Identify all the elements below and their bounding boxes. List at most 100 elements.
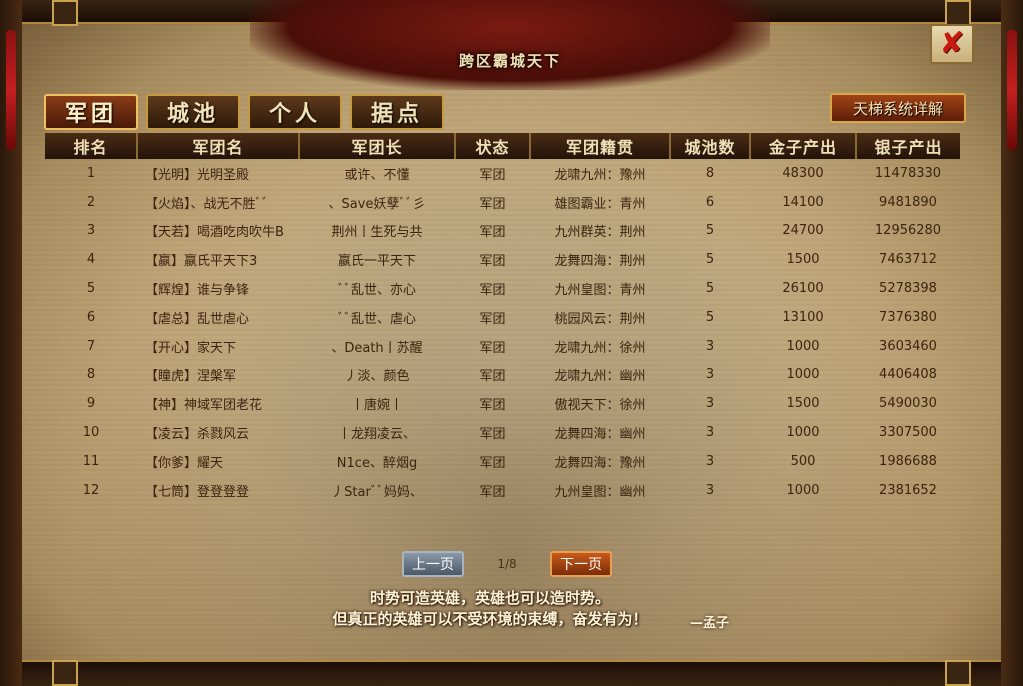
city-count-cell: 8: [705, 165, 715, 181]
city-count-cell: 5: [705, 281, 715, 297]
leader-cell: 、Death丨苏醒: [331, 340, 423, 356]
rank-cell: 3: [86, 223, 96, 239]
legion-name-cell: 【七筒】登登登登: [145, 484, 250, 500]
gold-output-cell: 24700: [782, 223, 824, 239]
status-cell: 军团: [479, 340, 506, 356]
origin-cell: 桃园风云：荆州: [554, 311, 646, 327]
city-count-cell: 3: [705, 482, 715, 498]
rank-cell: 8: [86, 367, 96, 383]
legion-name-cell: 【开心】家天下: [145, 340, 237, 356]
status-cell: 军团: [479, 196, 506, 212]
legion-name-cell: 【天若】喝酒吃肉吹牛B: [145, 225, 284, 241]
origin-cell: 傲视天下：徐州: [554, 398, 646, 414]
leader-cell: 丨唐婉丨: [350, 398, 403, 414]
page-indicator: 1/8: [497, 557, 517, 571]
column-header-origin: 军团籍贯: [530, 133, 671, 159]
legion-name-cell: 【凌云】杀戮风云: [145, 427, 250, 443]
corner-ornament-icon: [945, 0, 971, 26]
column-header-city-count: 城池数: [670, 133, 751, 159]
table-row[interactable]: 3 【天若】喝酒吃肉吹牛B 荆州丨生死与共 军团 九州群英：荆州 5 24700 129562…: [45, 217, 960, 246]
city-count-cell: 3: [705, 425, 715, 441]
column-header-silver-output: 银子产出: [856, 133, 960, 159]
ranking-table-body: 1 【光明】光明圣殿 或许、不懂 军团 龙啸九州：豫州 8 48300 11478330 2 【火…: [45, 159, 960, 505]
table-row[interactable]: 2 【火焰】、战无不胜ﾞﾞ 、Save妖孽ﾞﾞ彡 军团 雄图霸业：青州 6 14100 948…: [45, 188, 960, 217]
quote-author: —孟子: [690, 616, 730, 631]
silver-output-cell: 9481890: [879, 194, 937, 210]
silver-output-cell: 5490030: [879, 396, 937, 412]
legion-name-cell: 【瞳虎】涅槃军: [145, 369, 237, 385]
table-row[interactable]: 10 【凌云】杀戮风云 丨龙翔凌云、 军团 龙舞四海：幽州 3 1000 3307500: [45, 418, 960, 447]
close-icon: ✘: [939, 26, 965, 61]
next-page-button[interactable]: 下一页: [550, 551, 612, 577]
origin-cell: 龙啸九州：豫州: [554, 167, 646, 183]
origin-cell: 九州皇图：青州: [554, 283, 646, 299]
silver-output-cell: 7463712: [879, 252, 937, 268]
corner-ornament-icon: [945, 660, 971, 686]
quote-line-2: 但真正的英雄可以不受环境的束缚，奋发有为！: [332, 610, 648, 628]
table-row[interactable]: 4 【嬴】嬴氏平天下3 嬴氏一平天下 军团 龙舞四海：荆州 5 1500 7463712: [45, 245, 960, 274]
city-count-cell: 3: [705, 453, 715, 469]
table-row[interactable]: 12 【七筒】登登登登 丿Starﾞﾞ妈妈、 军团 九州皇图：幽州 3 1000 238165…: [45, 476, 960, 505]
rank-cell: 6: [86, 309, 96, 325]
rank-cell: 5: [86, 281, 96, 297]
rank-cell: 10: [82, 425, 100, 441]
origin-cell: 九州群英：荆州: [554, 225, 646, 241]
tassel-decoration: [1007, 30, 1017, 150]
status-cell: 军团: [479, 455, 506, 471]
gold-output-cell: 1000: [786, 338, 820, 354]
silver-output-cell: 7376380: [879, 309, 937, 325]
legion-name-cell: 【火焰】、战无不胜ﾞﾞ: [145, 196, 269, 212]
leader-cell: ﾞﾞ乱世、虐心: [337, 311, 416, 327]
tab-legion[interactable]: 军团: [44, 94, 138, 130]
legion-name-cell: 【嬴】嬴氏平天下3: [145, 254, 258, 270]
legion-name-cell: 【虐总】乱世虐心: [145, 311, 250, 327]
tassel-decoration: [6, 30, 16, 150]
quote-line-1: 时势可造英雄，英雄也可以造时势。: [369, 589, 610, 607]
table-row[interactable]: 5 【辉煌】谁与争锋 ﾞﾞ乱世、亦心 军团 九州皇图：青州 5 26100 5278398: [45, 274, 960, 303]
legion-name-cell: 【辉煌】谁与争锋: [145, 283, 250, 299]
column-header-status: 状态: [455, 133, 531, 159]
table-row[interactable]: 11 【你爹】耀天 N1ce、醉烟g 军团 龙舞四海：豫州 3 500 1986688: [45, 447, 960, 476]
leader-cell: 嬴氏一平天下: [337, 254, 416, 270]
leader-cell: 或许、不懂: [344, 167, 410, 183]
silver-output-cell: 2381652: [879, 482, 937, 498]
status-cell: 军团: [479, 225, 506, 241]
rank-cell: 4: [86, 252, 96, 268]
gold-output-cell: 1000: [786, 367, 820, 383]
gold-output-cell: 1000: [786, 425, 820, 441]
legion-name-cell: 【神】神域军团老花: [145, 398, 263, 414]
column-header-legion-name: 军团名: [137, 133, 300, 159]
origin-cell: 雄图霸业：青州: [554, 196, 646, 212]
tab-city[interactable]: 城池: [146, 94, 240, 130]
legion-name-cell: 【你爹】耀天: [145, 455, 224, 471]
pagination: 上一页 1/8 下一页: [402, 551, 612, 577]
gold-output-cell: 13100: [782, 309, 824, 325]
origin-cell: 龙啸九州：幽州: [554, 369, 646, 385]
legion-name-cell: 【光明】光明圣殿: [145, 167, 250, 183]
column-header-gold-output: 金子产出: [750, 133, 857, 159]
leader-cell: 丿Starﾞﾞ妈妈、: [331, 484, 423, 500]
category-tabs: 军团 城池 个人 据点: [44, 94, 444, 130]
silver-output-cell: 3307500: [879, 425, 937, 441]
city-count-cell: 3: [705, 396, 715, 412]
prev-page-button[interactable]: 上一页: [402, 551, 464, 577]
column-header-leader: 军团长: [299, 133, 456, 159]
frame-bottom-border: [0, 660, 1023, 686]
tab-personal[interactable]: 个人: [248, 94, 342, 130]
close-button[interactable]: ✘: [930, 24, 974, 64]
table-row[interactable]: 1 【光明】光明圣殿 或许、不懂 军团 龙啸九州：豫州 8 48300 11478330: [45, 159, 960, 188]
origin-cell: 龙舞四海：荆州: [554, 254, 646, 270]
table-row[interactable]: 9 【神】神域军团老花 丨唐婉丨 军团 傲视天下：徐州 3 1500 5490030: [45, 389, 960, 418]
banner-subtitle: 跨区霸城天下: [458, 52, 561, 70]
tab-stronghold[interactable]: 据点: [350, 94, 444, 130]
corner-ornament-icon: [52, 0, 78, 26]
table-row[interactable]: 6 【虐总】乱世虐心 ﾞﾞ乱世、虐心 军团 桃园风云：荆州 5 13100 7376380: [45, 303, 960, 332]
table-row[interactable]: 8 【瞳虎】涅槃军 丿淡、颜色 军团 龙啸九州：幽州 3 1000 4406408: [45, 361, 960, 390]
city-count-cell: 3: [705, 338, 715, 354]
leader-cell: ﾞﾞ乱世、亦心: [337, 283, 416, 299]
ladder-system-details-button[interactable]: 天梯系统详解: [830, 93, 966, 123]
gold-output-cell: 14100: [782, 194, 824, 210]
table-row[interactable]: 7 【开心】家天下 、Death丨苏醒 军团 龙啸九州：徐州 3 1000 3603460: [45, 332, 960, 361]
rank-cell: 1: [86, 165, 96, 181]
rank-cell: 9: [86, 396, 96, 412]
